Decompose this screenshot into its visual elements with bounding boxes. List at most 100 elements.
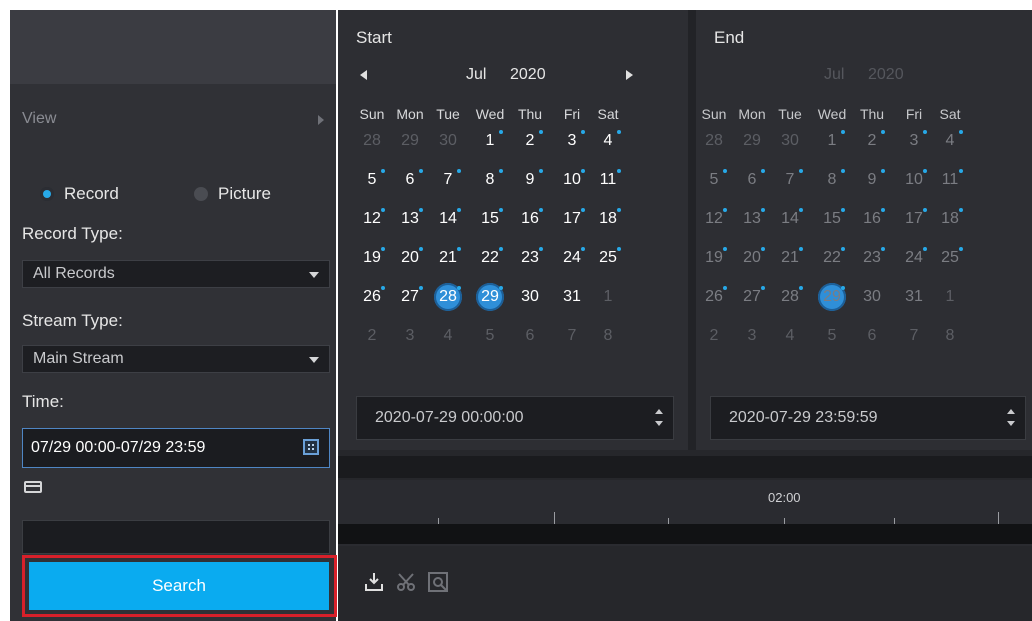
calendar-day[interactable]: 19 xyxy=(699,243,729,273)
calendar-day[interactable]: 28 xyxy=(699,126,729,156)
calendar-day[interactable]: 31 xyxy=(557,282,587,312)
calendar-day[interactable]: 10 xyxy=(899,165,929,195)
card-number-input[interactable] xyxy=(22,520,330,554)
calendar-day[interactable]: 3 xyxy=(899,126,929,156)
calendar-icon[interactable] xyxy=(303,439,319,455)
calendar-day[interactable]: 8 xyxy=(593,321,623,351)
calendar-day[interactable]: 21 xyxy=(775,243,805,273)
calendar-day[interactable]: 28 xyxy=(433,282,463,312)
calendar-day[interactable]: 29 xyxy=(817,282,847,312)
snapshot-icon[interactable] xyxy=(426,570,450,594)
calendar-day[interactable]: 16 xyxy=(857,204,887,234)
calendar-day[interactable]: 25 xyxy=(935,243,965,273)
clip-icon[interactable] xyxy=(394,570,418,594)
calendar-day[interactable]: 28 xyxy=(357,126,387,156)
time-range-input[interactable]: 07/29 00:00-07/29 23:59 xyxy=(22,428,330,468)
search-button[interactable]: Search xyxy=(29,562,329,610)
spin-up-icon[interactable] xyxy=(655,409,663,414)
calendar-day[interactable]: 7 xyxy=(557,321,587,351)
calendar-day[interactable]: 1 xyxy=(475,126,505,156)
calendar-day[interactable]: 17 xyxy=(899,204,929,234)
calendar-day[interactable]: 15 xyxy=(817,204,847,234)
calendar-day[interactable]: 17 xyxy=(557,204,587,234)
radio-selected-icon[interactable] xyxy=(40,187,54,201)
calendar-day[interactable]: 27 xyxy=(395,282,425,312)
calendar-day[interactable]: 5 xyxy=(699,165,729,195)
calendar-day[interactable]: 13 xyxy=(737,204,767,234)
download-icon[interactable] xyxy=(362,570,386,594)
calendar-day[interactable]: 12 xyxy=(699,204,729,234)
spin-down-icon[interactable] xyxy=(655,421,663,426)
calendar-day[interactable]: 23 xyxy=(515,243,545,273)
end-datetime-input[interactable]: 2020-07-29 23:59:59 xyxy=(710,396,1026,440)
calendar-day[interactable]: 5 xyxy=(475,321,505,351)
calendar-day[interactable]: 23 xyxy=(857,243,887,273)
calendar-day[interactable]: 6 xyxy=(737,165,767,195)
calendar-day[interactable]: 11 xyxy=(593,165,623,195)
calendar-day[interactable]: 18 xyxy=(593,204,623,234)
chevron-down-icon[interactable] xyxy=(309,272,319,278)
record-radio[interactable]: Record xyxy=(40,182,170,206)
calendar-day[interactable]: 6 xyxy=(515,321,545,351)
calendar-day[interactable]: 20 xyxy=(737,243,767,273)
calendar-day[interactable]: 16 xyxy=(515,204,545,234)
calendar-day[interactable]: 9 xyxy=(515,165,545,195)
calendar-day[interactable]: 10 xyxy=(557,165,587,195)
calendar-day[interactable]: 1 xyxy=(935,282,965,312)
calendar-day[interactable]: 24 xyxy=(557,243,587,273)
calendar-day[interactable]: 5 xyxy=(357,165,387,195)
calendar-day[interactable]: 22 xyxy=(817,243,847,273)
prev-month-icon[interactable] xyxy=(360,70,367,80)
calendar-day[interactable]: 1 xyxy=(593,282,623,312)
calendar-day[interactable]: 9 xyxy=(857,165,887,195)
chevron-down-icon[interactable] xyxy=(309,357,319,363)
calendar-day[interactable]: 4 xyxy=(433,321,463,351)
calendar-day[interactable]: 21 xyxy=(433,243,463,273)
calendar-day[interactable]: 18 xyxy=(935,204,965,234)
calendar-day[interactable]: 3 xyxy=(737,321,767,351)
calendar-day[interactable]: 8 xyxy=(935,321,965,351)
calendar-day[interactable]: 30 xyxy=(775,126,805,156)
calendar-day[interactable]: 2 xyxy=(857,126,887,156)
calendar-day[interactable]: 22 xyxy=(475,243,505,273)
timeline[interactable]: 02:00 xyxy=(338,480,1032,546)
calendar-day[interactable]: 3 xyxy=(395,321,425,351)
calendar-day[interactable]: 5 xyxy=(817,321,847,351)
calendar-day[interactable]: 7 xyxy=(899,321,929,351)
calendar-day[interactable]: 28 xyxy=(775,282,805,312)
picture-radio[interactable]: Picture xyxy=(194,182,314,206)
view-section[interactable]: View xyxy=(10,102,336,138)
calendar-day[interactable]: 29 xyxy=(395,126,425,156)
calendar-day[interactable]: 6 xyxy=(857,321,887,351)
calendar-day[interactable]: 25 xyxy=(593,243,623,273)
calendar-day[interactable]: 4 xyxy=(775,321,805,351)
calendar-day[interactable]: 4 xyxy=(593,126,623,156)
calendar-day[interactable]: 29 xyxy=(737,126,767,156)
calendar-day[interactable]: 19 xyxy=(357,243,387,273)
calendar-day[interactable]: 7 xyxy=(775,165,805,195)
calendar-day[interactable]: 2 xyxy=(515,126,545,156)
calendar-day[interactable]: 8 xyxy=(817,165,847,195)
calendar-day[interactable]: 3 xyxy=(557,126,587,156)
calendar-day[interactable]: 26 xyxy=(699,282,729,312)
calendar-day[interactable]: 1 xyxy=(817,126,847,156)
spin-down-icon[interactable] xyxy=(1007,421,1015,426)
calendar-day[interactable]: 31 xyxy=(899,282,929,312)
calendar-day[interactable]: 7 xyxy=(433,165,463,195)
calendar-day[interactable]: 30 xyxy=(515,282,545,312)
expand-arrow-icon[interactable] xyxy=(318,115,324,125)
next-month-icon[interactable] xyxy=(626,70,633,80)
calendar-day[interactable]: 27 xyxy=(737,282,767,312)
radio-unselected-icon[interactable] xyxy=(194,187,208,201)
calendar-day[interactable]: 20 xyxy=(395,243,425,273)
calendar-day[interactable]: 30 xyxy=(857,282,887,312)
timeline-track[interactable] xyxy=(338,524,1032,544)
calendar-day[interactable]: 24 xyxy=(899,243,929,273)
calendar-day[interactable]: 30 xyxy=(433,126,463,156)
calendar-day[interactable]: 6 xyxy=(395,165,425,195)
calendar-day[interactable]: 13 xyxy=(395,204,425,234)
calendar-day[interactable]: 8 xyxy=(475,165,505,195)
calendar-day[interactable]: 29 xyxy=(475,282,505,312)
start-datetime-input[interactable]: 2020-07-29 00:00:00 xyxy=(356,396,674,440)
calendar-day[interactable]: 15 xyxy=(475,204,505,234)
